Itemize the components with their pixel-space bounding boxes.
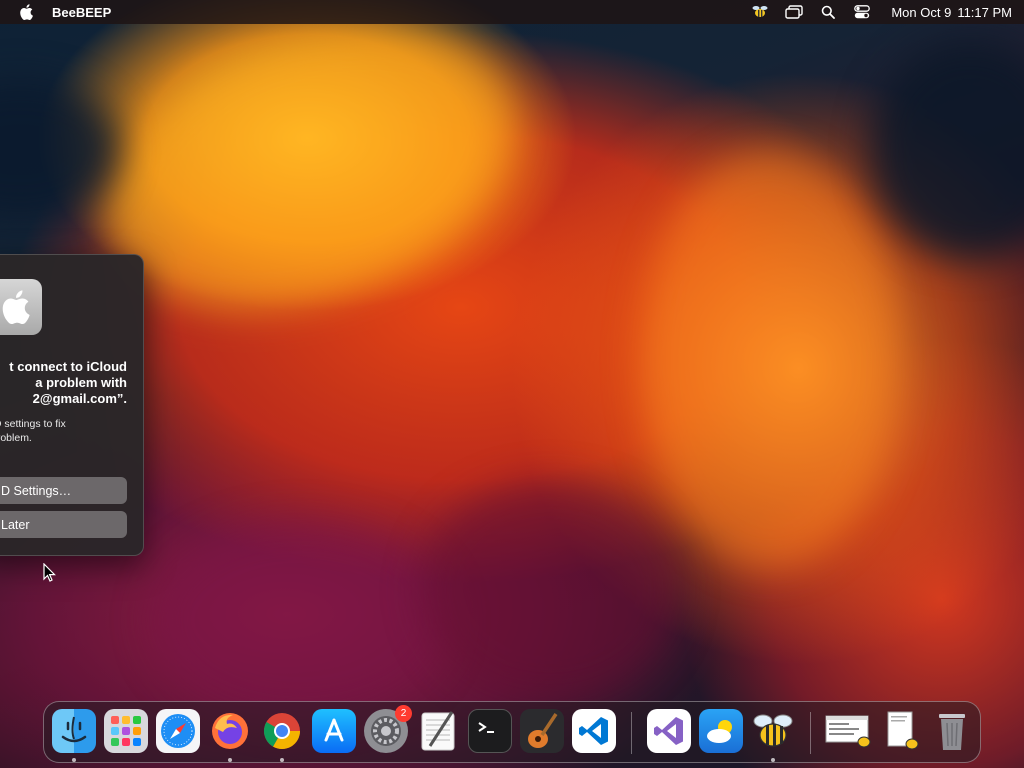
system-settings-icon[interactable]: 2 <box>364 705 412 753</box>
later-button[interactable]: Later <box>0 511 127 538</box>
apple-id-settings-button[interactable]: D Settings… <box>0 477 127 504</box>
screen-mirroring-icon[interactable] <box>785 4 804 20</box>
garageband-icon[interactable] <box>520 709 564 753</box>
terminal-icon[interactable] <box>468 709 512 753</box>
apple-logo-icon <box>0 279 42 335</box>
beebeep-running-indicator <box>771 758 775 762</box>
icloud-alert-dialog: t connect to iCloud a problem with 2@gma… <box>0 254 144 556</box>
textedit-icon[interactable] <box>416 709 460 753</box>
apple-menu-icon[interactable] <box>12 4 40 20</box>
dock: 2 <box>43 701 981 763</box>
trash-icon[interactable] <box>930 709 974 753</box>
clock-date: Mon Oct 9 <box>891 4 952 20</box>
launchpad-icon[interactable] <box>104 709 148 753</box>
visual-studio-icon[interactable] <box>647 709 691 753</box>
dock-separator <box>631 712 632 754</box>
document-thumbnail-icon[interactable] <box>880 709 924 753</box>
menu-bar-clock[interactable]: Mon Oct 9 11:17 PM <box>891 5 1012 20</box>
app-store-icon[interactable] <box>312 709 356 753</box>
firefox-icon[interactable] <box>208 709 252 753</box>
desktop-wallpaper <box>0 0 1024 768</box>
finder-icon[interactable] <box>52 709 96 753</box>
clock-time: 11:17 PM <box>957 4 1012 20</box>
menu-bar: BeeBEEP Mon Oct 9 11:17 PM <box>0 0 1024 24</box>
spotlight-search-icon[interactable] <box>819 4 837 20</box>
beebeep-icon[interactable] <box>751 709 795 753</box>
weather-icon[interactable] <box>699 709 743 753</box>
window-thumbnail-icon[interactable] <box>824 709 872 753</box>
dialog-message: ID settings to fix problem. <box>0 418 66 444</box>
active-app-name[interactable]: BeeBEEP <box>52 5 111 20</box>
notification-badge: 2 <box>395 705 412 722</box>
dialog-title: t connect to iCloud a problem with 2@gma… <box>9 359 127 406</box>
chrome-running-indicator <box>280 758 284 762</box>
vscode-icon[interactable] <box>572 709 616 753</box>
firefox-running-indicator <box>228 758 232 762</box>
chrome-icon[interactable] <box>260 709 304 753</box>
control-center-icon[interactable] <box>853 4 871 20</box>
dock-separator <box>810 712 811 754</box>
finder-running-indicator <box>72 758 76 762</box>
beebeep-status-icon[interactable] <box>751 4 769 20</box>
mouse-cursor-icon <box>43 563 56 582</box>
safari-icon[interactable] <box>156 709 200 753</box>
